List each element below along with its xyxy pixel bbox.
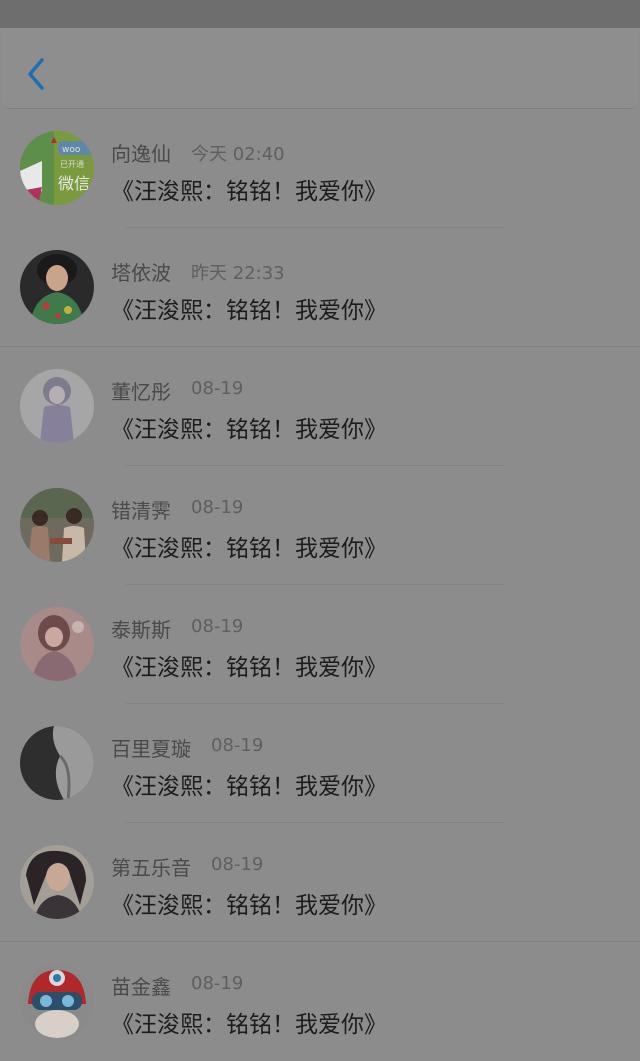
sender-name: 百里夏璇 bbox=[111, 737, 191, 761]
message-time: 08-19 bbox=[211, 735, 264, 756]
avatar-logo-text: 已开通 bbox=[60, 159, 84, 169]
avatar[interactable] bbox=[20, 845, 94, 919]
sender-name: 泰斯斯 bbox=[111, 618, 171, 642]
sender-name: 苗金鑫 bbox=[111, 975, 171, 999]
avatar[interactable] bbox=[20, 250, 94, 324]
back-button[interactable] bbox=[20, 52, 54, 96]
message-time: 08-19 bbox=[191, 497, 244, 518]
avatar[interactable] bbox=[20, 488, 94, 562]
list-item[interactable]: 泰斯斯 08-19 《汪浚熙：铭铭！我爱你》 bbox=[0, 585, 640, 704]
sender-name: 错清霁 bbox=[111, 499, 171, 523]
message-text: 《汪浚熙：铭铭！我爱你》 bbox=[111, 417, 387, 443]
message-time: 08-19 bbox=[191, 616, 244, 637]
sender-name: 塔依波 bbox=[111, 261, 171, 285]
avatar-logo-text: woo bbox=[62, 145, 81, 155]
list-item[interactable]: 苗金鑫 08-19 《汪浚熙：铭铭！我爱你》 bbox=[0, 942, 640, 1061]
avatar-logo-text: 微信 bbox=[58, 174, 90, 193]
sender-name: 董忆彤 bbox=[111, 380, 171, 404]
avatar[interactable] bbox=[20, 607, 94, 681]
message-time: 昨天 22:33 bbox=[191, 263, 285, 284]
list-item[interactable]: 塔依波 昨天 22:33 《汪浚熙：铭铭！我爱你》 bbox=[0, 228, 640, 347]
list-item[interactable]: 第五乐音 08-19 《汪浚熙：铭铭！我爱你》 bbox=[0, 823, 640, 942]
message-text: 《汪浚熙：铭铭！我爱你》 bbox=[111, 536, 387, 562]
avatar[interactable] bbox=[20, 726, 94, 800]
message-time: 08-19 bbox=[191, 973, 244, 994]
sender-name: 第五乐音 bbox=[111, 856, 191, 880]
message-time: 08-19 bbox=[211, 854, 264, 875]
avatar[interactable] bbox=[20, 964, 94, 1038]
message-time: 08-19 bbox=[191, 378, 244, 399]
sender-name: 向逸仙 bbox=[111, 142, 171, 166]
list-item[interactable]: woo 已开通 微信 向逸仙 今天 02:40 《汪浚熙：铭铭！我爱你》 bbox=[0, 109, 640, 228]
message-list: woo 已开通 微信 向逸仙 今天 02:40 《汪浚熙：铭铭！我爱你》 塔依波… bbox=[0, 109, 640, 1061]
avatar[interactable]: woo 已开通 微信 bbox=[20, 131, 94, 205]
message-text: 《汪浚熙：铭铭！我爱你》 bbox=[111, 774, 387, 800]
chevron-left-icon bbox=[28, 58, 44, 90]
message-text: 《汪浚熙：铭铭！我爱你》 bbox=[111, 655, 387, 681]
message-time: 今天 02:40 bbox=[191, 144, 285, 165]
status-bar bbox=[0, 0, 640, 28]
list-item[interactable]: 百里夏璇 08-19 《汪浚熙：铭铭！我爱你》 bbox=[0, 704, 640, 823]
message-text: 《汪浚熙：铭铭！我爱你》 bbox=[111, 893, 387, 919]
list-item[interactable]: 董忆彤 08-19 《汪浚熙：铭铭！我爱你》 bbox=[0, 347, 640, 466]
list-item[interactable]: 错清霁 08-19 《汪浚熙：铭铭！我爱你》 bbox=[0, 466, 640, 585]
avatar[interactable] bbox=[20, 369, 94, 443]
message-text: 《汪浚熙：铭铭！我爱你》 bbox=[111, 179, 387, 205]
message-text: 《汪浚熙：铭铭！我爱你》 bbox=[111, 1012, 387, 1038]
nav-bar bbox=[2, 28, 638, 109]
message-text: 《汪浚熙：铭铭！我爱你》 bbox=[111, 298, 387, 324]
